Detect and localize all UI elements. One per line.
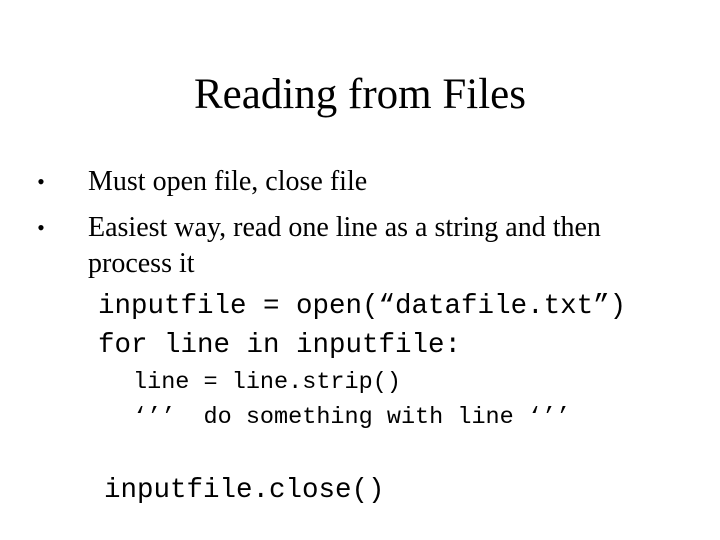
bullet-text: Easiest way, read one line as a string a…: [88, 212, 601, 279]
slide-title: Reading from Files: [193, 71, 526, 118]
bullet-icon: •: [37, 169, 45, 194]
bullet-icon: •: [37, 215, 45, 240]
bullet-text: Must open file, close file: [88, 166, 368, 197]
bullet-item-open-close: • Must open file, close file: [37, 164, 648, 200]
code-line-strip: line = line.strip(): [133, 369, 401, 396]
bullet-item-easiest-way: • Easiest way, read one line as a string…: [37, 210, 648, 282]
code-line-for: for line in inputfile:: [98, 330, 462, 361]
code-line-open: inputfile = open(“datafile.txt”): [98, 291, 627, 322]
code-line-close: inputfile.close(): [104, 475, 385, 506]
code-line-comment: ‘’’ do something with line ‘’’: [133, 404, 571, 431]
